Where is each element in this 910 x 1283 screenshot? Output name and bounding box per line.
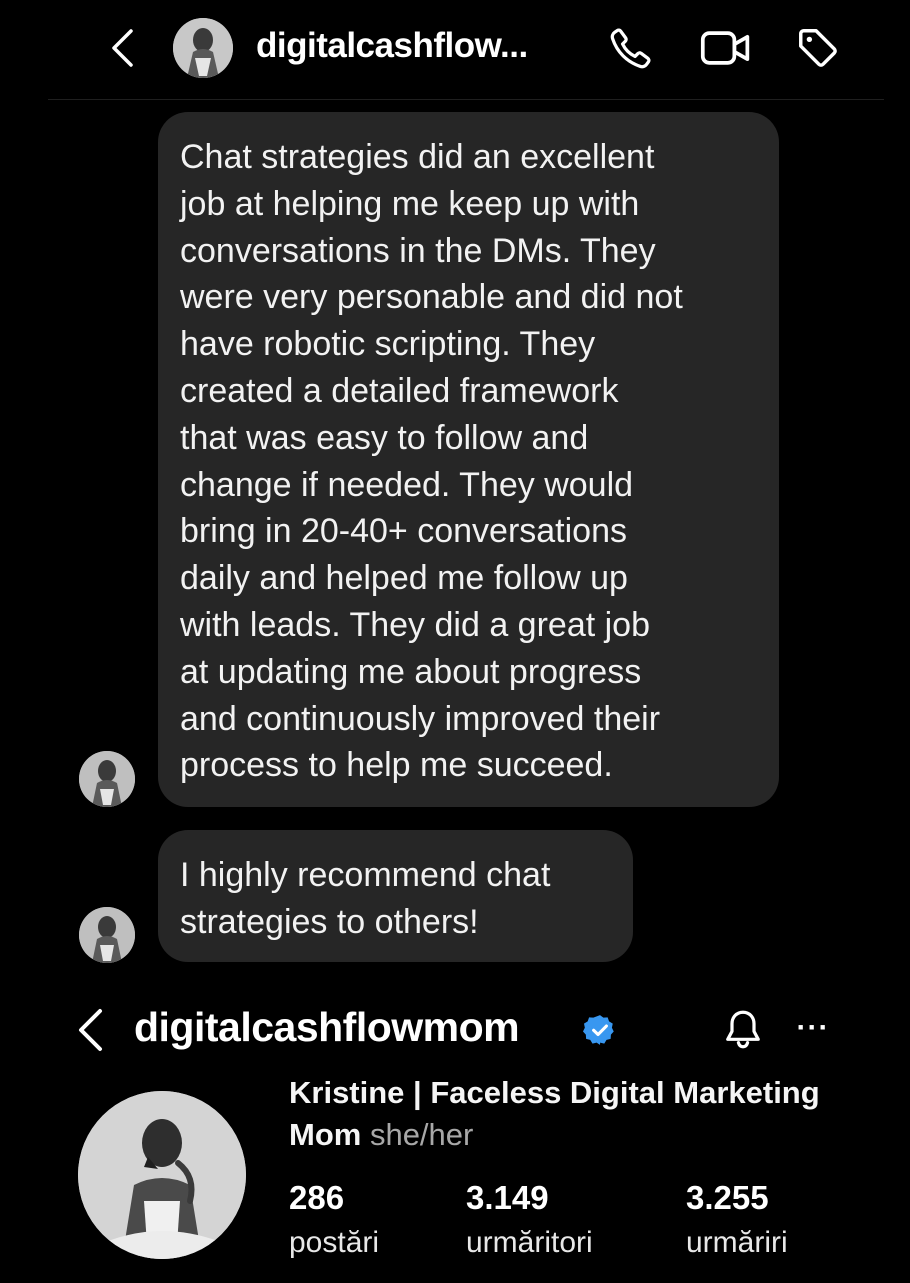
header-divider bbox=[48, 99, 884, 100]
video-call-button[interactable] bbox=[698, 22, 754, 74]
display-name-text: Kristine | Faceless Digital Marketing Mo… bbox=[289, 1075, 820, 1152]
profile-back-button[interactable] bbox=[70, 1004, 110, 1056]
notifications-button[interactable] bbox=[718, 1005, 768, 1055]
posts-label[interactable]: postări bbox=[289, 1226, 379, 1260]
followers-label[interactable]: urmăritori bbox=[466, 1226, 593, 1260]
following-count[interactable]: 3.255 bbox=[686, 1179, 769, 1217]
bell-icon bbox=[726, 1010, 760, 1049]
chevron-left-icon bbox=[112, 29, 133, 67]
tag-button[interactable] bbox=[790, 22, 846, 74]
more-options-icon[interactable]: ··· bbox=[788, 1008, 838, 1048]
tag-icon bbox=[799, 29, 837, 67]
message-bubble[interactable]: I highly recommend chat strategies to ot… bbox=[158, 830, 633, 962]
following-label[interactable]: urmăriri bbox=[686, 1226, 788, 1260]
pronouns: she/her bbox=[369, 1117, 474, 1152]
call-button[interactable] bbox=[603, 22, 659, 74]
phone-icon bbox=[610, 28, 651, 69]
followers-count[interactable]: 3.149 bbox=[466, 1179, 549, 1217]
chat-avatar[interactable] bbox=[173, 18, 233, 78]
verified-badge-icon bbox=[583, 1013, 617, 1047]
sender-avatar[interactable] bbox=[79, 907, 135, 963]
profile-avatar[interactable] bbox=[78, 1091, 246, 1259]
chat-username[interactable]: digitalcashflow... bbox=[256, 26, 528, 66]
video-camera-icon bbox=[700, 31, 750, 65]
profile-username: digitalcashflowmom bbox=[134, 1004, 520, 1050]
back-button[interactable] bbox=[100, 22, 144, 74]
sender-avatar[interactable] bbox=[79, 751, 135, 807]
chevron-left-icon bbox=[79, 1009, 102, 1051]
profile-display-name: Kristine | Faceless Digital Marketing Mo… bbox=[289, 1072, 849, 1156]
posts-count[interactable]: 286 bbox=[289, 1179, 344, 1217]
message-bubble[interactable]: Chat strategies did an excellent job at … bbox=[158, 112, 779, 807]
